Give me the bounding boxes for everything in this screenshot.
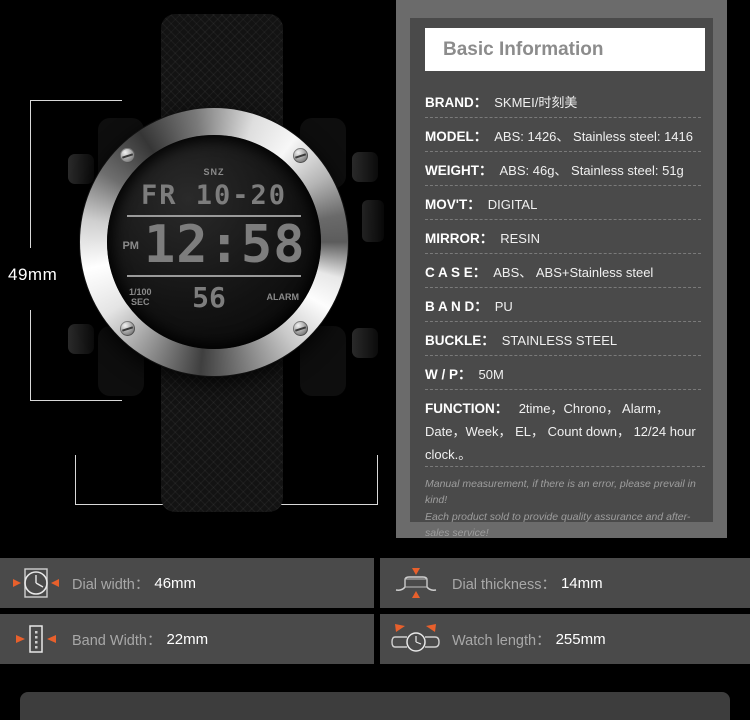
watch-pusher <box>68 324 94 354</box>
measurement-card-dial-thickness[interactable]: Dial thickness： 14mm <box>380 558 750 608</box>
measurement-card-dial-width[interactable]: Dial width： 46mm <box>0 558 374 608</box>
watch-dial: SNZ FR 10-20 PM 12:58 1/100 SEC 56 ALARM <box>107 135 321 349</box>
product-photo-area: 49mm 46mm SNZ FR 10-20 <box>0 0 395 540</box>
lcd-meridiem: PM <box>122 239 139 252</box>
lcd-time: 12:58 <box>143 215 306 275</box>
watch-bezel: SNZ FR 10-20 PM 12:58 1/100 SEC 56 ALARM <box>80 108 348 376</box>
height-dim-upper-line <box>30 100 31 248</box>
height-dim-lower-line <box>30 310 31 400</box>
spec-value: DIGITAL <box>487 197 538 212</box>
spec-label: B A N D： <box>425 299 488 314</box>
measurement-value: 14mm <box>560 574 603 592</box>
spec-row-weight: WEIGHT： ABS: 46g、 Stainless steel: 51g <box>425 152 701 186</box>
lcd-snooze-indicator: SNZ <box>203 167 225 177</box>
spec-panel-header: Basic Information <box>425 28 705 71</box>
spec-value: PU <box>494 299 513 314</box>
page-title: Basic Information <box>443 38 604 60</box>
height-dimension-label: 49mm <box>8 265 58 284</box>
spec-row-brand: BRAND： SKMEI/时刻美 <box>425 84 701 118</box>
spec-label: MODEL： <box>425 129 488 144</box>
spec-label: BUCKLE： <box>425 333 495 348</box>
bezel-screw-icon <box>293 148 308 163</box>
spec-row-model: MODEL： ABS: 1426、 Stainless steel: 1416 <box>425 118 701 152</box>
bezel-screw-icon <box>293 321 308 336</box>
spec-value: 50M <box>478 367 504 382</box>
spec-row-band: B A N D： PU <box>425 288 701 322</box>
spec-value: SKMEI/时刻美 <box>494 95 578 110</box>
measurement-value: 255mm <box>555 630 606 648</box>
spec-rows-container: BRAND： SKMEI/时刻美 MODEL： ABS: 1426、 Stain… <box>425 84 701 478</box>
dial-thickness-icon <box>380 566 452 600</box>
measurement-label: Dial width： <box>72 576 150 593</box>
watch-image: SNZ FR 10-20 PM 12:58 1/100 SEC 56 ALARM <box>62 14 384 512</box>
spec-row-mirror: MIRROR： RESIN <box>425 220 701 254</box>
spec-value: ABS、 ABS+Stainless steel <box>493 265 654 280</box>
lcd-seconds: 56 <box>192 280 226 314</box>
watch-crown <box>362 200 384 242</box>
measurement-label: Watch length： <box>452 632 551 649</box>
lcd-stopwatch-label: 1/100 SEC <box>129 287 152 308</box>
next-section-panel <box>20 692 730 720</box>
bezel-screw-icon <box>120 321 135 336</box>
spec-row-buckle: BUCKLE： STAINLESS STEEL <box>425 322 701 356</box>
spec-row-case: C A S E： ABS、 ABS+Stainless steel <box>425 254 701 288</box>
spec-row-function: FUNCTION： 2time，Chrono， Alarm， Date，Week… <box>425 390 701 478</box>
measurement-label: Dial thickness： <box>452 576 556 593</box>
watch-pusher <box>352 328 378 358</box>
spec-label: BRAND： <box>425 95 488 110</box>
band-width-icon <box>0 622 72 656</box>
measurement-card-watch-length[interactable]: Watch length： 255mm <box>380 614 750 664</box>
bezel-screw-icon <box>120 148 135 163</box>
watch-pusher <box>68 154 94 184</box>
disclaimer: Manual measurement, if there is an error… <box>425 466 705 541</box>
measurement-value: 46mm <box>154 574 197 592</box>
spec-label: WEIGHT： <box>425 163 493 178</box>
measurement-card-band-width[interactable]: Band Width： 22mm <box>0 614 374 664</box>
width-dim-left-line <box>75 455 76 505</box>
lcd-divider-bottom <box>127 274 301 277</box>
product-spec-page: 49mm 46mm SNZ FR 10-20 <box>0 0 750 720</box>
lcd-time-row: PM 12:58 <box>121 215 307 275</box>
lcd-bottom-row: 1/100 SEC 56 ALARM <box>121 281 307 314</box>
disclaimer-line-2: Each product sold to provide quality ass… <box>425 510 691 539</box>
spec-label: FUNCTION： <box>425 401 509 416</box>
width-dim-right-line <box>377 455 378 505</box>
spec-label: W / P： <box>425 367 472 382</box>
spec-value: STAINLESS STEEL <box>501 333 618 348</box>
watch-pusher <box>352 152 378 182</box>
measurement-value: 22mm <box>166 630 209 648</box>
disclaimer-line-1: Manual measurement, if there is an error… <box>425 478 696 507</box>
watch-lcd-display: SNZ FR 10-20 PM 12:58 1/100 SEC 56 ALARM <box>121 167 307 317</box>
spec-label: MIRROR： <box>425 231 494 246</box>
lcd-alarm-label: ALARM <box>266 292 300 303</box>
dial-width-icon <box>0 566 72 600</box>
measurement-label: Band Width： <box>72 632 162 649</box>
spec-value: ABS: 1426、 Stainless steel: 1416 <box>494 129 693 144</box>
lcd-date: FR 10-20 <box>140 180 288 211</box>
spec-label: C A S E： <box>425 265 487 280</box>
spec-label: MOV'T： <box>425 197 481 212</box>
spec-row-movement: MOV'T： DIGITAL <box>425 186 701 220</box>
watch-length-icon <box>380 622 452 656</box>
spec-value: ABS: 46g、 Stainless steel: 51g <box>499 163 684 178</box>
spec-value: RESIN <box>500 231 540 246</box>
width-dim-right-arm <box>265 504 378 505</box>
spec-row-water-resistance: W / P： 50M <box>425 356 701 390</box>
